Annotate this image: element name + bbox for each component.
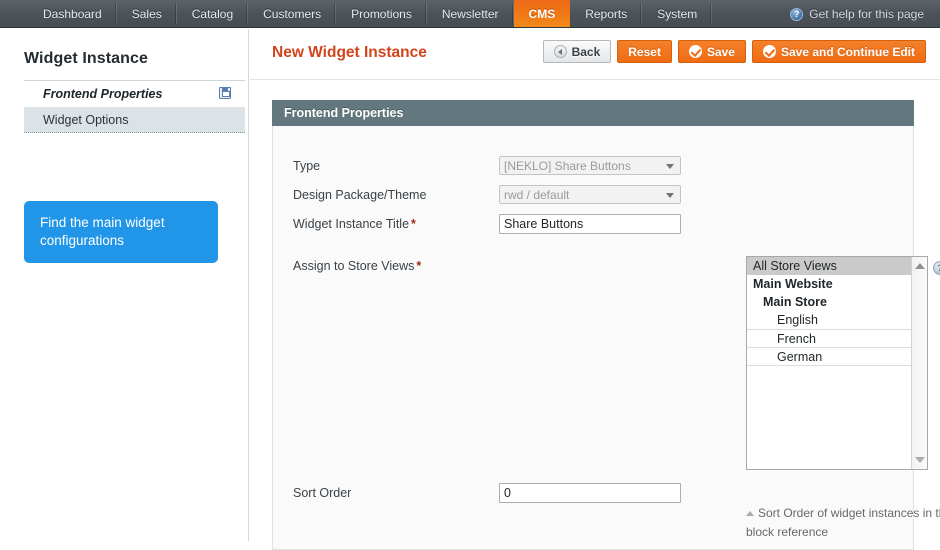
assign-to-store-views-label: Assign to Store Views *	[293, 259, 422, 273]
field-row-design-package-theme: Design Package/Theme rwd / default	[293, 185, 681, 204]
design-package-theme-label: Design Package/Theme	[293, 188, 427, 202]
nav-item-label: Promotions	[351, 6, 412, 21]
check-circle-icon	[762, 45, 776, 58]
sort-order-label: Sort Order	[293, 486, 352, 500]
sidebar-tab-list: Frontend Properties Widget Options	[24, 80, 245, 133]
sort-order-hint: Sort Order of widget instances in the sa…	[746, 504, 940, 541]
sidebar-item-widget-options[interactable]: Widget Options	[24, 107, 245, 133]
nav-item-label: Dashboard	[43, 6, 102, 21]
reset-button-label: Reset	[628, 44, 661, 59]
content-area: New Widget Instance Back Reset Save Save…	[250, 29, 940, 550]
triangle-up-icon	[746, 511, 754, 516]
nav-item-catalog[interactable]: Catalog	[177, 0, 249, 27]
save-and-continue-edit-button[interactable]: Save and Continue Edit	[751, 40, 926, 63]
nav-item-customers[interactable]: Customers	[248, 0, 337, 27]
sort-order-hint-text: Sort Order of widget instances in the sa…	[746, 506, 940, 539]
required-asterisk: *	[416, 259, 422, 273]
back-button[interactable]: Back	[542, 40, 612, 63]
field-row-type: Type [NEKLO] Share Buttons	[293, 156, 681, 175]
nav-item-label: Customers	[263, 6, 322, 21]
chevron-down-icon	[666, 164, 674, 169]
store-views-scrollbar[interactable]	[911, 257, 927, 469]
save-and-continue-label: Save and Continue Edit	[780, 44, 915, 59]
nav-item-system[interactable]: System	[642, 0, 713, 27]
chevron-down-icon	[666, 193, 674, 198]
required-asterisk: *	[411, 217, 416, 231]
sidebar-item-label: Widget Options	[43, 112, 129, 127]
widget-instance-title-label: Widget Instance Title *	[293, 217, 416, 231]
store-view-list-end-divider	[747, 365, 911, 383]
nav-item-label: System	[657, 6, 698, 21]
sort-order-value: 0	[504, 486, 511, 500]
sort-order-input[interactable]: 0	[499, 483, 681, 503]
annotation-callout: Find the main widget configurations	[24, 201, 218, 263]
scroll-up-arrow-icon[interactable]	[915, 263, 925, 269]
nav-item-label: CMS	[528, 6, 556, 21]
question-circle-icon: ?	[790, 7, 804, 21]
nav-item-label: Reports	[585, 6, 628, 21]
action-button-bar: Back Reset Save Save and Continue Edit	[542, 40, 926, 63]
nav-item-label: Sales	[131, 6, 162, 21]
floppy-disk-save-icon	[219, 87, 231, 99]
back-button-label: Back	[571, 44, 601, 59]
design-package-theme-select[interactable]: rwd / default	[499, 185, 681, 204]
save-button-label: Save	[706, 44, 735, 59]
circle-left-arrow-icon	[553, 45, 567, 58]
nav-item-sales[interactable]: Sales	[117, 0, 177, 27]
field-row-assign-to-store-views: Assign to Store Views *	[293, 256, 499, 273]
field-row-widget-instance-title: Widget Instance Title * Share Buttons	[293, 214, 681, 234]
reset-button[interactable]: Reset	[617, 40, 672, 63]
nav-item-promotions[interactable]: Promotions	[336, 0, 427, 27]
sidebar-item-label: Frontend Properties	[43, 87, 163, 101]
check-circle-icon	[688, 45, 702, 58]
panel-header: Frontend Properties	[272, 100, 914, 126]
nav-item-newsletter[interactable]: Newsletter	[427, 0, 514, 27]
get-help-label: Get help for this page	[809, 7, 924, 21]
save-button[interactable]: Save	[677, 40, 746, 63]
store-view-option-all-store-views[interactable]: All Store Views	[747, 257, 911, 275]
design-package-theme-value: rwd / default	[504, 187, 570, 202]
sidebar: Widget Instance Frontend Properties Widg…	[0, 29, 249, 541]
nav-items: Dashboard Sales Catalog Customers Promot…	[28, 0, 713, 27]
widget-instance-title-input[interactable]: Share Buttons	[499, 214, 681, 234]
page-header: New Widget Instance Back Reset Save Save…	[250, 29, 940, 80]
nav-item-cms[interactable]: CMS	[513, 0, 571, 27]
page-title: New Widget Instance	[272, 44, 427, 61]
scroll-down-arrow-icon[interactable]	[915, 457, 925, 463]
field-row-sort-order: Sort Order 0	[293, 483, 681, 503]
get-help-link[interactable]: ? Get help for this page	[790, 0, 924, 28]
nav-item-label: Catalog	[191, 6, 234, 21]
store-view-option-german[interactable]: German	[747, 347, 911, 365]
store-views-help-icon[interactable]: ?	[933, 261, 940, 275]
assign-to-store-views-multiselect[interactable]: All Store Views Main Website Main Store …	[746, 256, 928, 470]
type-select-value: [NEKLO] Share Buttons	[504, 158, 631, 173]
annotation-callout-text: Find the main widget configurations	[40, 214, 165, 248]
store-view-group-main-store: Main Store	[763, 295, 827, 309]
top-navigation-bar: Dashboard Sales Catalog Customers Promot…	[0, 0, 940, 28]
nav-item-dashboard[interactable]: Dashboard	[28, 0, 117, 27]
store-view-group-main-website: Main Website	[753, 277, 833, 291]
nav-item-reports[interactable]: Reports	[570, 0, 643, 27]
type-select[interactable]: [NEKLO] Share Buttons	[499, 156, 681, 175]
type-label: Type	[293, 159, 321, 173]
widget-instance-title-value: Share Buttons	[504, 217, 584, 231]
sidebar-title: Widget Instance	[24, 50, 149, 67]
store-views-option-list: All Store Views Main Website Main Store …	[747, 257, 911, 469]
store-view-option-english[interactable]: English	[747, 311, 911, 329]
sidebar-item-frontend-properties[interactable]: Frontend Properties	[24, 81, 245, 107]
nav-item-label: Newsletter	[441, 6, 499, 21]
store-view-option-french[interactable]: French	[747, 329, 911, 347]
